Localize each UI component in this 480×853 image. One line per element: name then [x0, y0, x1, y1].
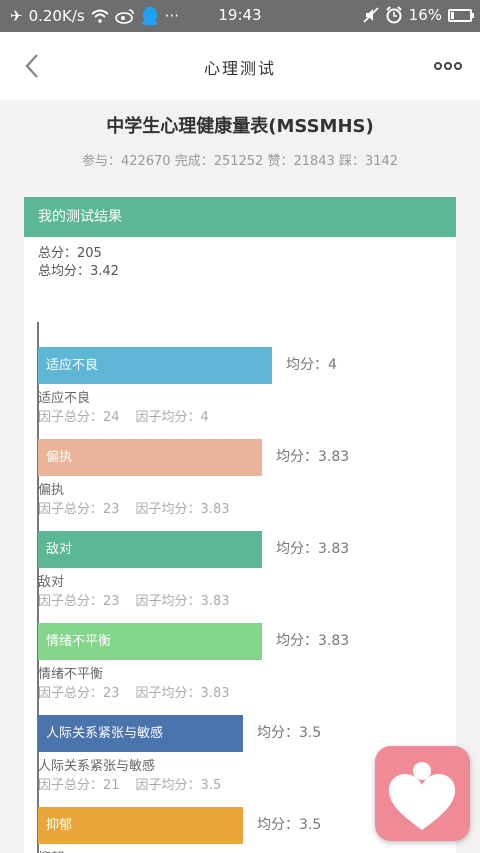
- alarm-icon: [385, 6, 402, 24]
- factor-bar: 敌对: [38, 531, 262, 568]
- factor-mean: 因子均分：3.83: [135, 594, 230, 609]
- factor-average-label: 均分：3.5: [257, 817, 322, 833]
- factor-average-label: 均分：3.83: [276, 633, 350, 649]
- factor-total: 因子总分：24: [38, 410, 120, 425]
- result-summary: 总分：205 总均分：3.42: [24, 237, 456, 281]
- weibo-icon: [114, 9, 134, 24]
- factor-bar: 偏执: [38, 439, 262, 476]
- factor-bar: 人际关系紧张与敏感: [38, 715, 243, 752]
- factor-bar: 抑郁: [38, 807, 243, 844]
- factor-mean: 因子均分：4: [135, 410, 209, 425]
- total-average: 总均分：3.42: [38, 264, 119, 279]
- factor-average-label: 均分：3.83: [276, 449, 350, 465]
- factor-mean: 因子均分：3.83: [135, 502, 230, 517]
- factor-average-label: 均分：3.5: [257, 725, 322, 741]
- factor-name: 适应不良: [38, 391, 91, 406]
- mute-icon: [363, 7, 379, 23]
- heart-person-icon: [389, 762, 455, 830]
- factor-total: 因子总分：23: [38, 502, 120, 517]
- test-stats: 参与：422670 完成：251252 赞：21843 踩：3142: [81, 154, 399, 169]
- factor-average-label: 均分：4: [286, 357, 337, 373]
- status-bar: ✈ 0.20K/s ··· 19:43 16%: [0, 0, 480, 32]
- factor-stats: 因子总分：23 因子均分：3.83: [38, 590, 246, 609]
- factor-name: 偏执: [38, 483, 65, 498]
- test-title: 中学生心理健康量表(MSSMHS): [106, 116, 374, 137]
- test-header: 中学生心理健康量表(MSSMHS) 参与：422670 完成：251252 赞：…: [0, 100, 480, 180]
- floating-heart-button[interactable]: [375, 746, 470, 841]
- more-notifications-icon: ···: [164, 7, 179, 25]
- factor-mean: 因子均分：3.5: [135, 778, 222, 793]
- battery-icon: [448, 8, 474, 22]
- clock: 19:43: [218, 6, 262, 24]
- more-options-icon[interactable]: [434, 56, 462, 76]
- battery-percent: 16%: [408, 6, 442, 24]
- factor-stats: 因子总分：23 因子均分：3.83: [38, 682, 246, 701]
- factor-name: 人际关系紧张与敏感: [38, 759, 156, 774]
- factor-name: 情绪不平衡: [38, 667, 104, 682]
- factor-total: 因子总分：23: [38, 686, 120, 701]
- nav-bar: 心理测试: [0, 32, 480, 100]
- factor-total: 因子总分：23: [38, 594, 120, 609]
- factor-bar: 情绪不平衡: [38, 623, 262, 660]
- factor-name: 抑郁: [38, 847, 64, 853]
- factor-stats: 因子总分：23 因子均分：3.83: [38, 498, 246, 517]
- qq-icon: [141, 6, 158, 26]
- factor-stats: 因子总分：24 因子均分：4: [38, 406, 225, 425]
- result-heading: 我的测试结果: [24, 197, 456, 237]
- factor-average-label: 均分：3.83: [276, 541, 350, 557]
- wifi-icon: [91, 9, 109, 23]
- page-title: 心理测试: [203, 59, 276, 78]
- factor-name: 敌对: [38, 575, 65, 590]
- factor-bar: 适应不良: [38, 347, 272, 384]
- factor-mean: 因子均分：3.83: [135, 686, 230, 701]
- factor-stats: 因子总分：21 因子均分：3.5: [38, 774, 237, 793]
- total-score: 总分：205: [38, 246, 102, 261]
- airplane-icon: ✈: [10, 7, 23, 25]
- factor-total: 因子总分：21: [38, 778, 120, 793]
- net-speed: 0.20K/s: [28, 7, 85, 25]
